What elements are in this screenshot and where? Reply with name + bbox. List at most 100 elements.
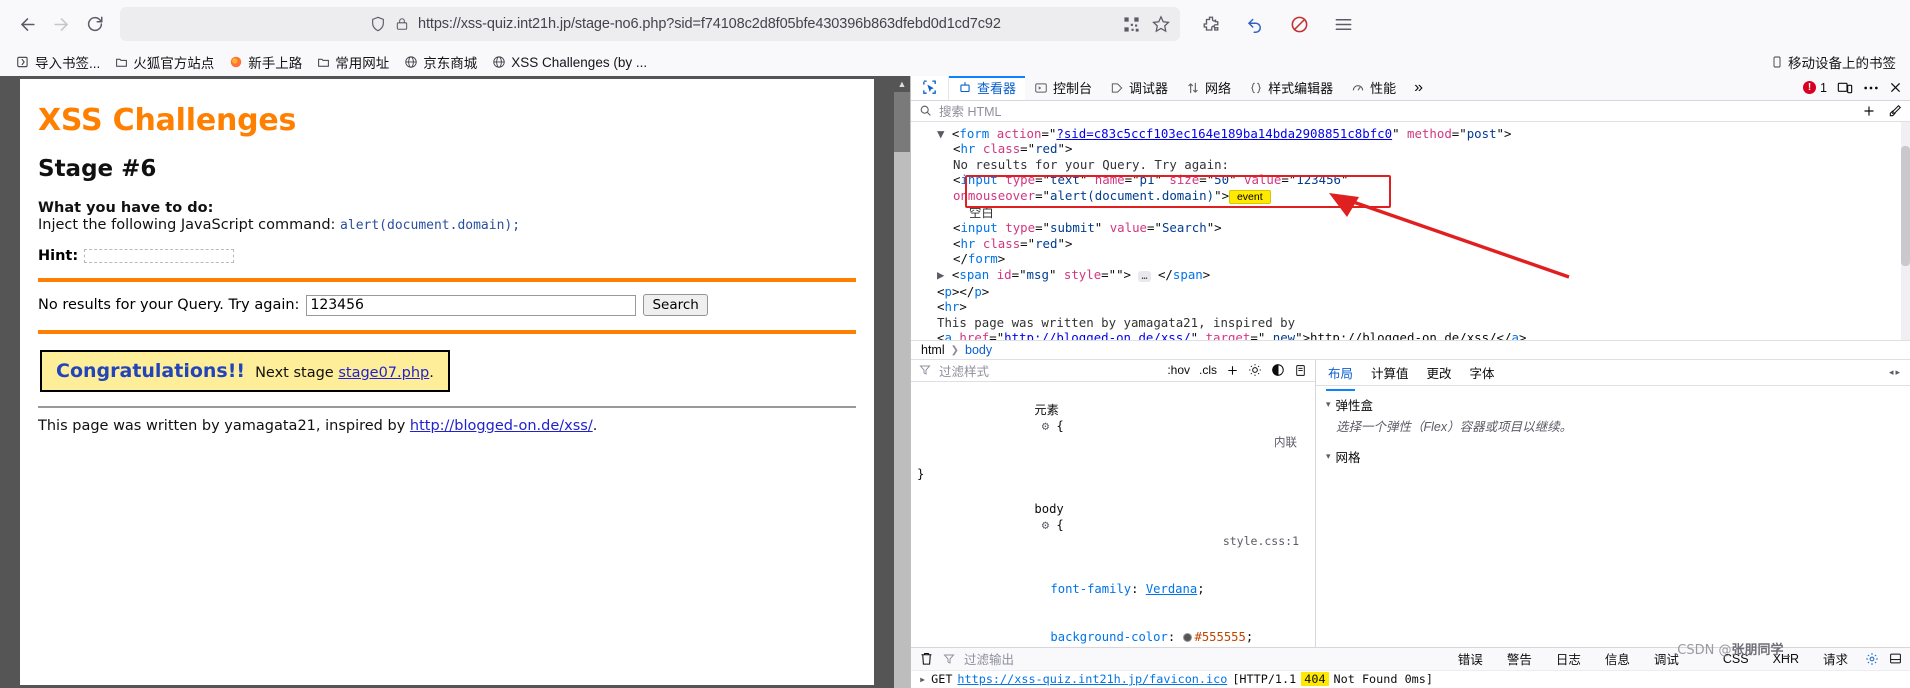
tab-style-editor[interactable]: 样式编辑器 <box>1240 76 1342 100</box>
console-log-url[interactable]: https://xss-quiz.int21h.jp/favicon.ico <box>957 672 1227 686</box>
print-media-icon[interactable] <box>1294 364 1307 377</box>
collapse-triangle-icon[interactable]: ▼ <box>937 126 952 141</box>
tab-network[interactable]: 网络 <box>1177 76 1240 100</box>
markup-line[interactable]: ▼ <form action="?sid=c83c5ccf103ec164e18… <box>911 126 1910 141</box>
light-mode-icon[interactable] <box>1248 363 1262 377</box>
forward-button[interactable] <box>44 8 78 40</box>
rules-filter-placeholder[interactable]: 过滤样式 <box>939 361 989 380</box>
tab-debugger[interactable]: 调试器 <box>1101 76 1177 100</box>
bookmark-item-jd[interactable]: 京东商城 <box>398 50 483 74</box>
bookmark-item-getting-started[interactable]: 新手上路 <box>223 50 308 74</box>
markup-line[interactable]: <a href="http://blogged-on.de/xss/" targ… <box>911 330 1910 340</box>
declaration-background-color[interactable]: background-color: #555555; <box>917 613 1315 647</box>
mobile-bookmarks-item[interactable]: 移动设备上的书签 <box>1771 52 1900 72</box>
markup-line[interactable]: <input type="submit" value="Search"> <box>911 220 1910 235</box>
extensions-button[interactable] <box>1194 8 1228 40</box>
rule-source[interactable]: style.css:1 <box>1223 533 1315 549</box>
next-stage-link[interactable]: stage07.php <box>338 365 429 381</box>
tab-fonts[interactable]: 字体 <box>1468 359 1497 386</box>
devtools-meatball-menu-icon[interactable] <box>1863 85 1879 91</box>
eyedropper-icon[interactable] <box>1888 104 1902 118</box>
devtools-close-icon[interactable] <box>1889 81 1902 94</box>
console-settings-gear-icon[interactable] <box>1865 652 1879 666</box>
rule-source[interactable]: 内联 <box>1274 434 1315 450</box>
scrollbar-thumb[interactable] <box>1901 145 1910 266</box>
scroll-tabs-right-icon[interactable]: ▸ <box>1895 367 1900 378</box>
markup-scrollbar[interactable] <box>1901 121 1910 341</box>
markup-token: > <box>959 299 967 315</box>
bookmark-star-icon[interactable] <box>1152 15 1170 33</box>
bookmark-item-common-sites[interactable]: 常用网址 <box>311 50 395 74</box>
reload-button[interactable] <box>78 8 112 40</box>
css-rules-list[interactable]: 元素 ⚙ { 内联 } body ⚙ { style.css:1 font-fa… <box>911 382 1315 647</box>
grid-section-header[interactable]: ▾ 网格 <box>1316 444 1910 469</box>
search-submit-button[interactable]: Search <box>643 294 708 316</box>
footer-link[interactable]: http://blogged-on.de/xss/ <box>410 418 593 434</box>
markup-line[interactable]: <hr class="red"> <box>911 236 1910 251</box>
markup-line[interactable]: onmouseover="alert(document.domain)"> ev… <box>911 188 1910 205</box>
css-value[interactable]: #555555 <box>1195 630 1246 644</box>
console-chip-errors[interactable]: 错误 <box>1451 648 1490 669</box>
block-ads-icon[interactable] <box>1282 8 1316 40</box>
markup-view[interactable]: ▼ <form action="?sid=c83c5ccf103ec164e18… <box>911 121 1910 341</box>
app-menu-button[interactable] <box>1326 8 1360 40</box>
address-bar[interactable]: https://xss-quiz.int21h.jp/stage-no6.php… <box>120 7 1180 41</box>
markup-line[interactable]: 空白 <box>911 205 1910 220</box>
tab-performance[interactable]: 性能 <box>1342 76 1405 100</box>
scroll-up-arrow[interactable]: ▲ <box>894 76 910 92</box>
undo-button[interactable] <box>1238 8 1272 40</box>
contrast-icon[interactable] <box>1271 363 1285 377</box>
console-chip-logs[interactable]: 日志 <box>1549 648 1588 669</box>
tab-layout[interactable]: 布局 <box>1326 359 1356 392</box>
tab-inspector[interactable]: 查看器 <box>949 76 1026 100</box>
expand-ellipsis-button[interactable]: … <box>1138 270 1151 282</box>
markup-line[interactable]: <p></p> <box>911 284 1910 299</box>
tab-overflow-button[interactable]: » <box>1405 76 1432 100</box>
expand-triangle-icon[interactable]: ▶ <box>937 267 952 282</box>
tab-changes[interactable]: 更改 <box>1425 359 1454 386</box>
markup-line[interactable]: <hr class="red"> <box>911 141 1910 156</box>
qrcode-icon[interactable] <box>1123 16 1140 33</box>
markup-line[interactable]: <hr> <box>911 299 1910 314</box>
element-picker-icon[interactable] <box>911 76 949 100</box>
tab-computed[interactable]: 计算值 <box>1369 359 1411 386</box>
event-badge[interactable]: event <box>1229 189 1271 204</box>
console-chip-warnings[interactable]: 警告 <box>1500 648 1539 669</box>
console-chip-info[interactable]: 信息 <box>1598 648 1637 669</box>
console-chip-requests[interactable]: 请求 <box>1816 648 1855 669</box>
markup-line[interactable]: No results for your Query. Try again: <box>911 157 1910 172</box>
breadcrumb-item-html[interactable]: html <box>921 343 945 357</box>
add-rule-icon[interactable] <box>1226 364 1239 377</box>
page-scrollbar[interactable]: ▲ <box>894 76 910 688</box>
markup-line[interactable]: </form> <box>911 251 1910 266</box>
markup-line[interactable]: <input type="text" name="p1" size="50" v… <box>911 172 1910 187</box>
scroll-tabs-left-icon[interactable]: ◂ <box>1889 367 1894 378</box>
class-toggle-button[interactable]: .cls <box>1199 363 1217 377</box>
expand-triangle-icon[interactable]: ▸ <box>919 672 926 686</box>
css-value[interactable]: Verdana <box>1146 582 1197 596</box>
declaration-font-family[interactable]: font-family: Verdana; <box>917 565 1315 613</box>
bookmark-item-import[interactable]: 导入书签... <box>10 50 106 74</box>
flexbox-section-header[interactable]: ▾ 弹性盒 <box>1316 392 1910 417</box>
tab-console[interactable]: 控制台 <box>1025 76 1101 100</box>
color-swatch[interactable] <box>1182 632 1192 642</box>
back-button[interactable] <box>10 8 44 40</box>
html-search-bar[interactable]: 搜索 HTML <box>911 100 1910 122</box>
scrollbar-thumb[interactable] <box>894 92 910 152</box>
bookmark-item-xss-challenges[interactable]: XSS Challenges (by ... <box>486 53 653 72</box>
lock-icon[interactable] <box>395 16 409 32</box>
markup-token: id <box>996 266 1012 282</box>
console-filter-placeholder[interactable]: 过滤输出 <box>964 649 1014 668</box>
bookmark-item-firefox-site[interactable]: 火狐官方站点 <box>109 50 220 74</box>
breadcrumb-item-body[interactable]: body <box>965 343 992 357</box>
trash-icon[interactable] <box>919 651 934 666</box>
error-count-badge[interactable]: ! 1 <box>1803 81 1827 95</box>
search-input[interactable] <box>306 294 637 316</box>
pseudo-class-button[interactable]: :hov <box>1167 363 1190 377</box>
markup-line[interactable]: ▶ <span id="msg" style=""> … </span> <box>911 267 1910 284</box>
responsive-design-mode-icon[interactable] <box>1837 80 1853 96</box>
add-node-icon[interactable] <box>1862 104 1876 118</box>
markup-line[interactable]: This page was written by yamagata21, ins… <box>911 315 1910 330</box>
shield-icon[interactable] <box>370 16 386 32</box>
console-dock-icon[interactable] <box>1889 652 1902 665</box>
